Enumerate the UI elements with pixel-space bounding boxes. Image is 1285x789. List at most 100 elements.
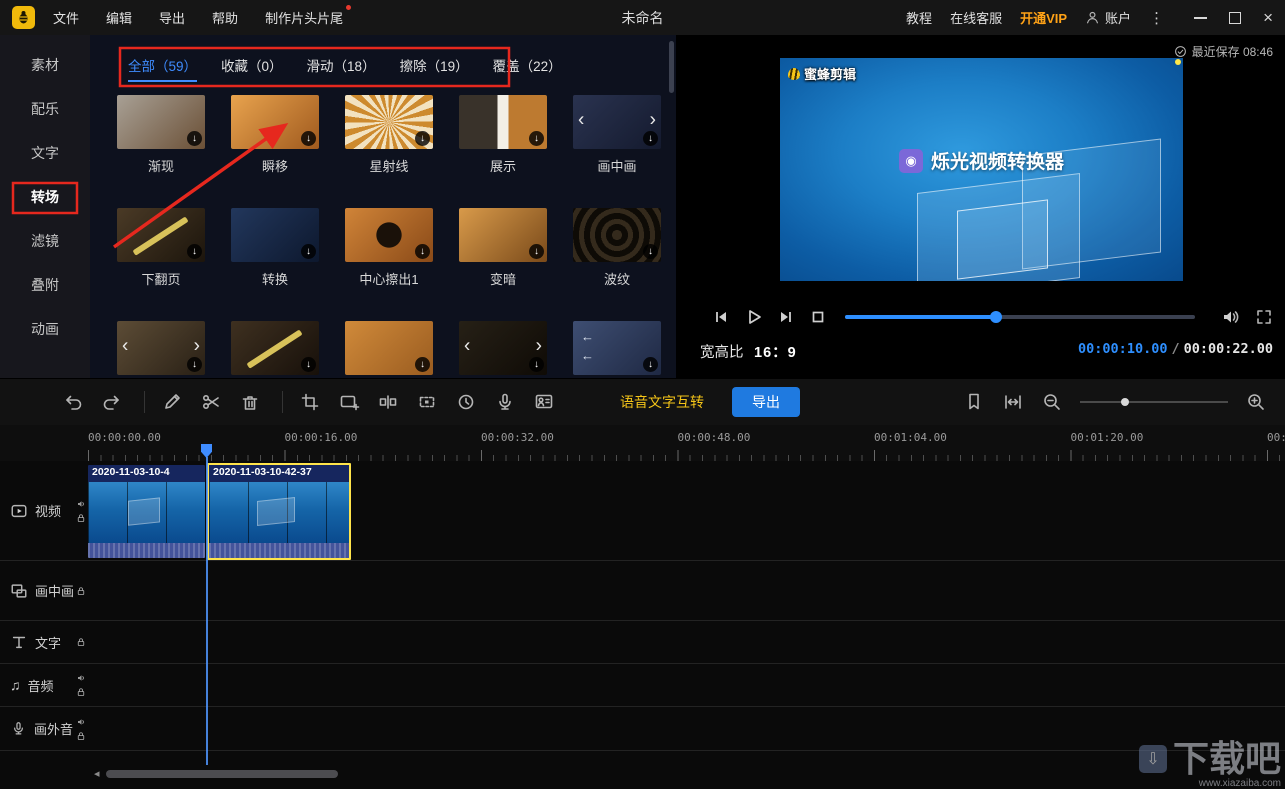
- pip-track[interactable]: 画中画: [0, 561, 1285, 621]
- sidebar-item[interactable]: 滤镜: [0, 219, 90, 263]
- text-track[interactable]: 文字: [0, 621, 1285, 664]
- download-icon[interactable]: ↓: [187, 244, 202, 259]
- transition-item[interactable]: ↓: [332, 321, 446, 378]
- library-scrollbar[interactable]: [669, 41, 674, 93]
- library-tab[interactable]: 全部（59）: [128, 55, 197, 82]
- play-button[interactable]: [744, 307, 764, 327]
- download-icon[interactable]: ↓: [301, 131, 316, 146]
- app-logo-icon[interactable]: [12, 6, 35, 29]
- multi-split-button[interactable]: [377, 391, 399, 413]
- lock-icon[interactable]: [76, 513, 86, 523]
- hscroll-thumb[interactable]: [106, 770, 338, 778]
- menu-item[interactable]: 帮助: [212, 8, 238, 27]
- download-icon[interactable]: ↓: [643, 244, 658, 259]
- video-stage[interactable]: ◉ 烁光视频转换器 蜜蜂剪辑: [780, 58, 1183, 281]
- transition-thumbnail[interactable]: ↓: [117, 321, 205, 375]
- seek-knob[interactable]: [990, 311, 1002, 323]
- more-menu-icon[interactable]: ⋮: [1149, 9, 1164, 27]
- voice-avatar-button[interactable]: [533, 391, 555, 413]
- transition-item[interactable]: ↓ 转换: [218, 208, 332, 321]
- transition-thumbnail[interactable]: ↓: [231, 208, 319, 262]
- marker-button[interactable]: [963, 391, 985, 413]
- download-icon[interactable]: ↓: [643, 357, 658, 372]
- transition-item[interactable]: ↓: [446, 321, 560, 378]
- transition-thumbnail[interactable]: ↓: [573, 321, 661, 375]
- download-icon[interactable]: ↓: [415, 244, 430, 259]
- transition-thumbnail[interactable]: ↓: [459, 95, 547, 149]
- transition-thumbnail[interactable]: ↓: [345, 208, 433, 262]
- sidebar-item[interactable]: 配乐: [0, 87, 90, 131]
- library-tab[interactable]: 擦除（19）: [400, 55, 469, 82]
- transition-item[interactable]: ↓ 中心擦出1: [332, 208, 446, 321]
- transition-item[interactable]: ↓: [218, 321, 332, 378]
- library-tab[interactable]: 收藏（0）: [221, 55, 283, 82]
- sidebar-item[interactable]: 叠附: [0, 263, 90, 307]
- transition-item[interactable]: ↓ 星射线: [332, 95, 446, 208]
- minimize-button[interactable]: [1194, 17, 1207, 19]
- record-mic-button[interactable]: [494, 391, 516, 413]
- audio-track[interactable]: ♫ 音频: [0, 664, 1285, 707]
- fit-timeline-button[interactable]: [1002, 391, 1024, 413]
- prev-frame-button[interactable]: [711, 307, 731, 327]
- download-icon[interactable]: ↓: [529, 244, 544, 259]
- voiceover-track[interactable]: 画外音: [0, 707, 1285, 751]
- transition-thumbnail[interactable]: ↓: [117, 208, 205, 262]
- zoom-in-button[interactable]: [1245, 391, 1267, 413]
- transition-item[interactable]: ↓ 瞬移: [218, 95, 332, 208]
- zoom-out-button[interactable]: [1041, 391, 1063, 413]
- download-icon[interactable]: ↓: [529, 131, 544, 146]
- transition-thumbnail[interactable]: ↓: [573, 95, 661, 149]
- library-tab[interactable]: 滑动（18）: [307, 55, 376, 82]
- lock-icon[interactable]: [76, 731, 86, 741]
- download-icon[interactable]: ↓: [187, 357, 202, 372]
- transition-thumbnail[interactable]: ↓: [459, 208, 547, 262]
- lock-icon[interactable]: [76, 687, 86, 697]
- zoom-knob[interactable]: [1121, 398, 1129, 406]
- menu-item[interactable]: 制作片头片尾: [265, 8, 343, 27]
- aspect-ratio-label[interactable]: 宽高比: [700, 341, 744, 362]
- subtitle-button[interactable]: [338, 391, 360, 413]
- transition-thumbnail[interactable]: ↓: [345, 321, 433, 375]
- vip-link[interactable]: 开通VIP: [1020, 8, 1067, 27]
- close-button[interactable]: ×: [1263, 9, 1273, 26]
- edit-button[interactable]: [161, 391, 183, 413]
- menu-item[interactable]: 文件: [53, 8, 79, 27]
- menu-item[interactable]: 编辑: [106, 8, 132, 27]
- transition-thumbnail[interactable]: ↓: [231, 321, 319, 375]
- transition-item[interactable]: ↓ 下翻页: [104, 208, 218, 321]
- seek-bar[interactable]: [845, 315, 1195, 319]
- download-icon[interactable]: ↓: [529, 357, 544, 372]
- video-track[interactable]: 视频 2020-11-03-10-4 2020-11-03-10-42-37: [0, 461, 1285, 561]
- transition-item[interactable]: ↓: [560, 321, 668, 378]
- tutorial-link[interactable]: 教程: [906, 8, 932, 27]
- duration-button[interactable]: [455, 391, 477, 413]
- stop-button[interactable]: [808, 307, 828, 327]
- fullscreen-icon[interactable]: [1254, 307, 1274, 327]
- transition-item[interactable]: ↓ 展示: [446, 95, 560, 208]
- delete-button[interactable]: [239, 391, 261, 413]
- undo-button[interactable]: [62, 391, 84, 413]
- download-icon[interactable]: ↓: [415, 357, 430, 372]
- sidebar-item[interactable]: 素材: [0, 43, 90, 87]
- transition-thumbnail[interactable]: ↓: [459, 321, 547, 375]
- export-button[interactable]: 导出: [732, 387, 800, 417]
- timeline-ruler[interactable]: 00:00:00.0000:00:16.0000:00:32.0000:00:4…: [0, 425, 1285, 462]
- transition-item[interactable]: ↓ 波纹: [560, 208, 668, 321]
- transition-item[interactable]: ↓ 画中画: [560, 95, 668, 208]
- account-button[interactable]: 账户: [1085, 8, 1131, 27]
- download-icon[interactable]: ↓: [301, 244, 316, 259]
- volume-icon[interactable]: [1220, 307, 1240, 327]
- aspect-ratio-value[interactable]: 16：9: [754, 341, 797, 362]
- next-frame-button[interactable]: [776, 307, 796, 327]
- download-icon[interactable]: ↓: [415, 131, 430, 146]
- crop-button[interactable]: [299, 391, 321, 413]
- transition-item[interactable]: ↓: [104, 321, 218, 378]
- transition-thumbnail[interactable]: ↓: [117, 95, 205, 149]
- mute-icon[interactable]: [76, 673, 86, 683]
- sidebar-item[interactable]: 转场: [0, 175, 90, 219]
- timeline-zoom-slider[interactable]: [1080, 401, 1228, 403]
- transition-thumbnail[interactable]: ↓: [573, 208, 661, 262]
- transition-item[interactable]: ↓ 变暗: [446, 208, 560, 321]
- lock-icon[interactable]: [76, 637, 86, 647]
- transition-thumbnail[interactable]: ↓: [345, 95, 433, 149]
